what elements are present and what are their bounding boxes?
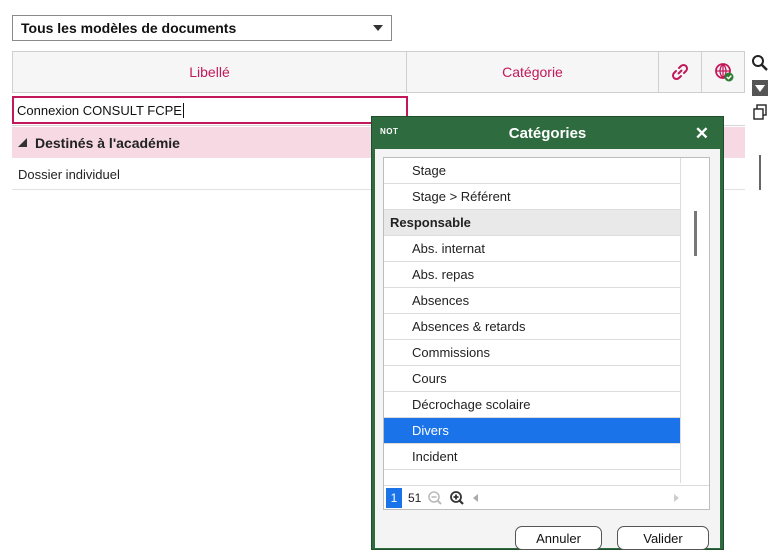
scroll-left-icon[interactable] [471, 493, 479, 503]
dialog-badge: NOT [380, 127, 399, 136]
list-item[interactable]: Stage > Référent [384, 184, 681, 210]
list-item[interactable]: Absences [384, 288, 681, 314]
confirm-button[interactable]: Valider [617, 526, 709, 550]
scrollbar-thumb[interactable] [694, 211, 697, 256]
close-icon[interactable]: ✕ [695, 124, 709, 144]
list-item-selected[interactable]: Divers [384, 418, 681, 444]
libelle-edit-input[interactable]: Connexion CONSULT FCPE [12, 96, 408, 124]
dialog-title: Catégories [508, 124, 587, 142]
categories-list: Stage Stage > Référent Responsable Abs. … [383, 157, 710, 510]
duplicate-icon[interactable] [749, 101, 771, 123]
list-footer: 1 51 [384, 485, 709, 509]
globe-check-icon[interactable] [702, 52, 745, 92]
search-icon[interactable] [749, 52, 771, 74]
group-label: Destinés à l'académie [35, 134, 180, 151]
list-scrollbar[interactable] [680, 158, 709, 483]
document-model-filter[interactable]: Tous les modèles de documents [12, 15, 392, 41]
list-section-header: Responsable [384, 210, 681, 236]
link-icon[interactable] [659, 52, 702, 92]
list-item[interactable]: Commissions [384, 340, 681, 366]
table-scrollbar[interactable] [759, 155, 761, 190]
categories-dialog: Catégories NOT ✕ Stage Stage > Référent … [371, 116, 724, 550]
libelle-edit-value: Connexion CONSULT FCPE [17, 102, 182, 118]
list-item[interactable]: Abs. repas [384, 262, 681, 288]
list-item[interactable]: Décrochage scolaire [384, 392, 681, 418]
zoom-out-icon[interactable] [427, 490, 443, 506]
list-item[interactable]: Incident [384, 444, 681, 470]
list-item[interactable]: Stage [384, 158, 681, 184]
table-header: Libellé Catégorie [12, 51, 745, 93]
list-item[interactable]: Abs. internat [384, 236, 681, 262]
list-item[interactable]: Cours [384, 366, 681, 392]
page-current[interactable]: 1 [386, 487, 402, 508]
dropdown-arrow-icon[interactable] [749, 77, 771, 99]
page-total: 51 [408, 490, 422, 505]
scroll-right-icon[interactable] [673, 493, 681, 503]
text-cursor [182, 102, 184, 118]
column-header-libelle[interactable]: Libellé [13, 52, 407, 92]
list-item[interactable]: Absences & retards [384, 314, 681, 340]
cancel-button[interactable]: Annuler [515, 526, 602, 550]
row-libelle: Dossier individuel [18, 166, 120, 182]
dialog-body: Stage Stage > Référent Responsable Abs. … [375, 149, 720, 550]
collapse-triangle-icon[interactable] [18, 138, 27, 147]
zoom-in-icon[interactable] [449, 490, 465, 506]
chevron-down-icon [373, 25, 383, 31]
column-header-categorie[interactable]: Catégorie [407, 52, 659, 92]
filter-value: Tous les modèles de documents [21, 20, 237, 36]
